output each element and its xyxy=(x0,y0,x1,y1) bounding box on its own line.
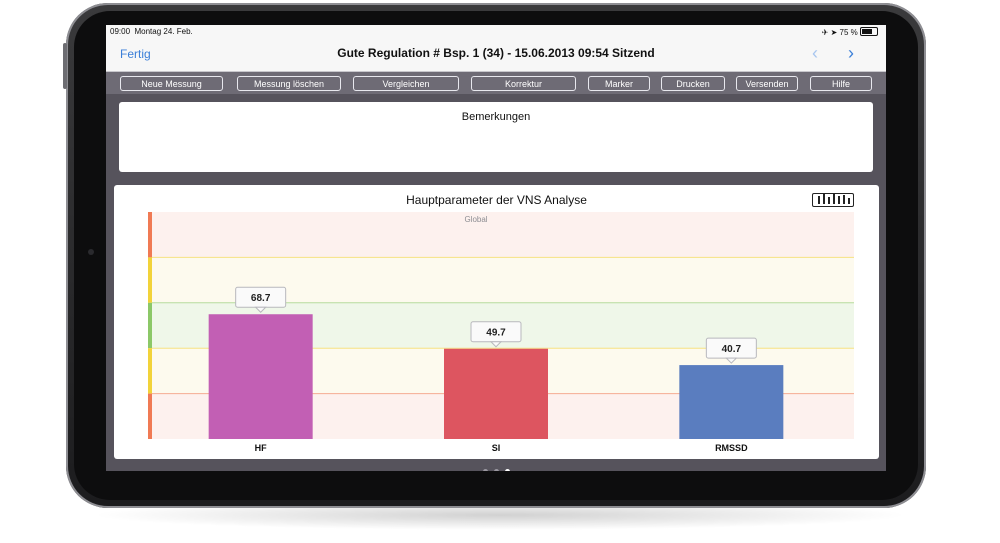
help-button[interactable]: Hilfe xyxy=(810,76,872,91)
print-button[interactable]: Drucken xyxy=(661,76,725,91)
chart-zone-strip xyxy=(148,302,152,349)
chart-zone-strip xyxy=(148,348,152,394)
screen: 09:00 Montag 24. Feb. ✈ ➤ 75 % Fertig Gu… xyxy=(106,25,886,471)
page-dot-active[interactable] xyxy=(504,469,510,471)
chart-zone-strip xyxy=(148,257,152,303)
delete-measurement-button[interactable]: Messung löschen xyxy=(237,76,341,91)
chart-data-label: 40.7 xyxy=(722,344,742,355)
chart-zone-strip xyxy=(148,393,152,439)
navigation-bar: Fertig Gute Regulation # Bsp. 1 (34) - 1… xyxy=(106,39,886,72)
compare-button[interactable]: Vergleichen xyxy=(353,76,459,91)
page-indicator xyxy=(106,461,886,471)
chart-data-label: 68.7 xyxy=(251,293,271,304)
vns-bar-chart: Global 68.7 HF 49.7 SI 40.7 RMSSD xyxy=(148,212,854,453)
chart-card: Hauptparameter der VNS Analyse Global 68.… xyxy=(114,185,879,459)
chart-category-label: SI xyxy=(492,443,501,453)
battery-percent: 75 % xyxy=(839,28,858,37)
chart-bar xyxy=(444,348,548,439)
location-icon: ➤ xyxy=(830,28,838,37)
content-area: Bemerkungen Hauptparameter der VNS Analy… xyxy=(106,94,886,471)
status-date: Montag 24. Feb. xyxy=(134,27,193,36)
correction-button[interactable]: Korrektur xyxy=(471,76,576,91)
page-dot[interactable] xyxy=(493,469,499,471)
chart-zone-strip xyxy=(148,212,152,258)
status-time-date: 09:00 Montag 24. Feb. xyxy=(110,27,193,36)
chart-bar xyxy=(208,314,313,439)
battery-icon xyxy=(860,27,878,36)
status-bar: 09:00 Montag 24. Feb. ✈ ➤ 75 % xyxy=(106,25,886,39)
send-button[interactable]: Versenden xyxy=(736,76,798,91)
chart-title: Global xyxy=(464,215,487,224)
chart-data-label: 49.7 xyxy=(486,328,506,339)
remarks-card[interactable]: Bemerkungen xyxy=(119,102,873,172)
status-time: 09:00 xyxy=(110,27,131,36)
camera xyxy=(88,249,94,255)
chart-category-label: RMSSD xyxy=(715,443,748,453)
new-measurement-button[interactable]: Neue Messung xyxy=(120,76,223,91)
chart-bar xyxy=(679,365,784,439)
chevron-left-icon[interactable]: ‹ xyxy=(812,43,818,64)
chevron-right-icon[interactable]: › xyxy=(848,43,854,64)
page-title: Gute Regulation # Bsp. 1 (34) - 15.06.20… xyxy=(337,46,655,60)
remarks-title: Bemerkungen xyxy=(461,111,531,123)
status-right: ✈ ➤ 75 % xyxy=(822,27,878,37)
page-dot[interactable] xyxy=(482,469,488,471)
airplane-icon: ✈ xyxy=(821,28,829,37)
action-toolbar: Neue Messung Messung löschen Vergleichen… xyxy=(106,72,886,94)
tablet-frame: 09:00 Montag 24. Feb. ✈ ➤ 75 % Fertig Gu… xyxy=(63,3,926,508)
chart-category-label: HF xyxy=(255,443,267,453)
chart-zone-band xyxy=(152,212,854,258)
volume-button xyxy=(63,43,67,89)
marker-button[interactable]: Marker xyxy=(588,76,650,91)
